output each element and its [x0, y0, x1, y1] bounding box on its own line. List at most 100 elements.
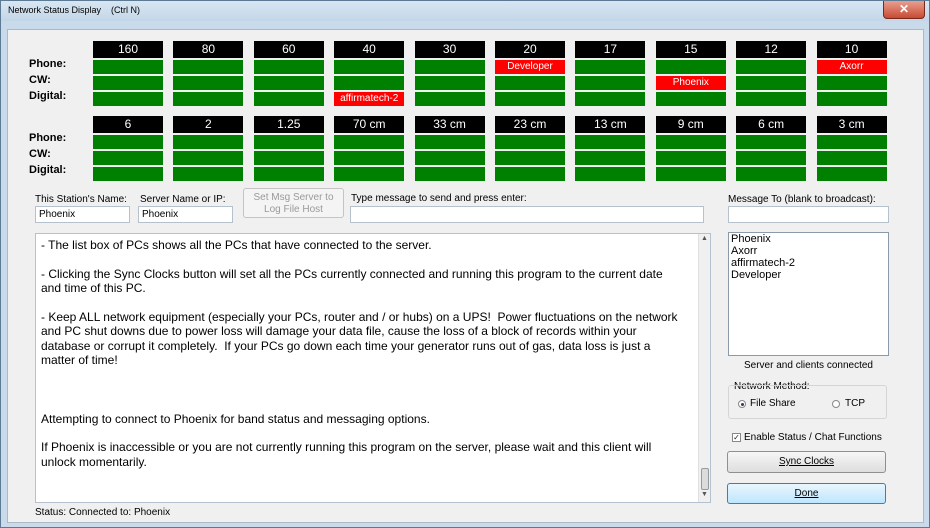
band-1_25: 1.25 — [253, 116, 324, 181]
band-phone-cell[interactable] — [334, 60, 405, 74]
band-cw-cell[interactable] — [334, 76, 405, 90]
band-33cm: 33 cm — [414, 116, 485, 181]
band-header: 6 cm — [736, 116, 807, 133]
band-digital-cell[interactable] — [575, 167, 646, 181]
log-line: - Keep ALL network equipment (especially… — [41, 309, 681, 368]
band-phone-cell[interactable] — [655, 135, 726, 149]
network-status-window: Network Status Display (Ctrl N) ✕ Phone:… — [0, 0, 930, 528]
band-digital-cell[interactable] — [253, 167, 324, 181]
scroll-thumb[interactable] — [701, 468, 709, 490]
band-phone-cell[interactable] — [253, 135, 324, 149]
station-name-label: This Station's Name: — [35, 194, 127, 205]
row2-phone-label: Phone: — [29, 132, 67, 144]
list-item[interactable]: affirmatech-2 — [731, 257, 888, 269]
band-cw-cell[interactable] — [736, 76, 807, 90]
band-phone-cell[interactable] — [414, 135, 485, 149]
band-phone-cell[interactable] — [816, 135, 887, 149]
tcp-label[interactable]: TCP — [845, 398, 865, 409]
band-phone-cell[interactable] — [495, 135, 565, 149]
band-digital-cell[interactable] — [414, 92, 485, 106]
tcp-radio[interactable] — [832, 400, 840, 408]
close-icon[interactable]: ✕ — [883, 1, 925, 19]
band-17: 17 — [575, 41, 646, 106]
title-bar[interactable]: Network Status Display (Ctrl N) ✕ — [1, 1, 929, 21]
band-phone-cell[interactable]: Axorr — [816, 60, 887, 74]
band-phone-cell[interactable] — [575, 60, 646, 74]
band-digital-cell[interactable] — [173, 167, 244, 181]
band-cw-cell[interactable] — [93, 151, 163, 165]
band-phone-cell[interactable] — [736, 60, 807, 74]
band-digital-cell[interactable] — [736, 167, 807, 181]
band-cw-cell[interactable] — [414, 76, 485, 90]
band-digital-cell[interactable] — [655, 92, 726, 106]
enable-status-label[interactable]: Enable Status / Chat Functions — [744, 432, 882, 443]
message-input[interactable] — [350, 206, 704, 223]
station-name-input[interactable]: Phoenix — [35, 206, 130, 223]
message-log[interactable]: - The list box of PCs shows all the PCs … — [35, 233, 711, 503]
band-digital-cell[interactable] — [173, 92, 244, 106]
enable-status-checkbox[interactable]: ✓ — [732, 433, 741, 442]
log-scrollbar[interactable]: ▲ ▼ — [698, 234, 710, 502]
band-cw-cell[interactable] — [816, 76, 887, 90]
band-cw-cell[interactable] — [575, 76, 646, 90]
band-cw-cell[interactable] — [495, 76, 565, 90]
done-button[interactable]: Done — [727, 483, 886, 504]
clients-listbox[interactable]: Phoenix Axorr affirmatech-2 Developer — [728, 232, 889, 356]
band-digital-cell[interactable] — [334, 167, 405, 181]
band-phone-cell[interactable] — [414, 60, 485, 74]
band-digital-cell[interactable] — [253, 92, 324, 106]
band-digital-cell[interactable] — [655, 167, 726, 181]
band-phone-cell[interactable] — [93, 60, 163, 74]
band-cw-cell[interactable] — [736, 151, 807, 165]
sync-clocks-button[interactable]: Sync Clocks — [727, 451, 886, 473]
band-phone-cell[interactable] — [334, 135, 405, 149]
band-cw-cell[interactable]: Phoenix — [655, 76, 726, 90]
set-msg-server-button[interactable]: Set Msg Server to Log File Host — [243, 188, 344, 218]
band-digital-cell[interactable] — [93, 92, 163, 106]
row1-phone-label: Phone: — [29, 58, 67, 70]
band-phone-cell[interactable] — [575, 135, 646, 149]
band-cw-cell[interactable] — [173, 76, 244, 90]
list-item[interactable]: Axorr — [731, 245, 888, 257]
band-phone-cell[interactable] — [173, 135, 244, 149]
band-digital-cell[interactable] — [495, 92, 565, 106]
band-phone-cell[interactable]: Developer — [495, 60, 565, 74]
band-phone-cell[interactable] — [736, 135, 807, 149]
band-cw-cell[interactable] — [253, 151, 324, 165]
band-digital-cell[interactable] — [816, 92, 887, 106]
file-share-radio[interactable] — [738, 400, 746, 408]
band-digital-cell[interactable] — [736, 92, 807, 106]
server-name-input[interactable]: Phoenix — [138, 206, 233, 223]
band-digital-cell[interactable] — [495, 167, 565, 181]
band-digital-cell[interactable] — [414, 167, 485, 181]
message-to-input[interactable] — [728, 206, 889, 223]
scroll-up-icon[interactable]: ▲ — [701, 235, 708, 242]
band-cw-cell[interactable] — [414, 151, 485, 165]
band-digital-cell[interactable] — [575, 92, 646, 106]
status-text: Status: Connected to: Phoenix — [35, 507, 171, 518]
band-cw-cell[interactable] — [816, 151, 887, 165]
band-digital-cell[interactable] — [93, 167, 163, 181]
band-header: 30 — [414, 41, 485, 58]
band-digital-cell[interactable] — [816, 167, 887, 181]
band-cw-cell[interactable] — [93, 76, 163, 90]
list-item[interactable]: Developer — [731, 269, 888, 281]
band-cw-cell[interactable] — [575, 151, 646, 165]
scroll-down-icon[interactable]: ▼ — [701, 491, 708, 498]
band-6: 6 — [93, 116, 163, 181]
file-share-label[interactable]: File Share — [750, 398, 796, 409]
band-cw-cell[interactable] — [173, 151, 244, 165]
band-phone-cell[interactable] — [93, 135, 163, 149]
band-header: 6 — [93, 116, 163, 133]
list-item[interactable]: Phoenix — [731, 233, 888, 245]
band-40: 40 affirmatech-2 — [334, 41, 405, 106]
band-cw-cell[interactable] — [655, 151, 726, 165]
band-cw-cell[interactable] — [253, 76, 324, 90]
band-phone-cell[interactable] — [173, 60, 244, 74]
band-phone-cell[interactable] — [253, 60, 324, 74]
band-cw-cell[interactable] — [334, 151, 405, 165]
band-digital-cell[interactable]: affirmatech-2 — [334, 92, 405, 106]
band-phone-cell[interactable] — [655, 60, 726, 74]
band-cw-cell[interactable] — [495, 151, 565, 165]
band-6cm: 6 cm — [736, 116, 807, 181]
